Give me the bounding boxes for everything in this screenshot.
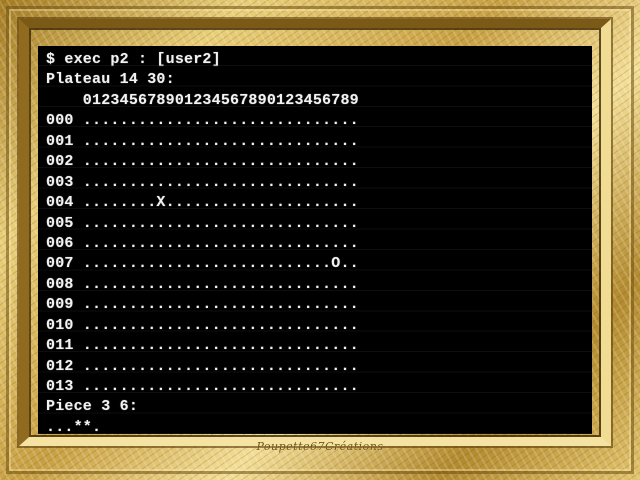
piece-header: Piece 3 6: bbox=[46, 398, 139, 416]
board-row-player-o: 007 ...........................O.. bbox=[46, 255, 359, 273]
board-row: 000 .............................. bbox=[46, 112, 359, 130]
terminal-line-exec: $ exec p2 : [user2] bbox=[46, 51, 221, 68]
terminal-line-plateau: Plateau 14 30: bbox=[46, 71, 175, 89]
board-row: 001 .............................. bbox=[46, 132, 359, 150]
piece-row: ...**. bbox=[46, 418, 102, 434]
creator-watermark: Poupette67Créations bbox=[256, 440, 384, 453]
terminal-output: $ exec p2 : [user2] Plateau 14 30: 01234… bbox=[46, 50, 359, 434]
board-row-player-x: 004 ........X..................... bbox=[46, 194, 359, 212]
board-row: 013 .............................. bbox=[46, 378, 359, 395]
board-row: 006 .............................. bbox=[46, 234, 359, 252]
terminal-window[interactable]: $ exec p2 : [user2] Plateau 14 30: 01234… bbox=[38, 46, 592, 434]
board-row: 012 .............................. bbox=[46, 357, 359, 375]
board-row: 009 .............................. bbox=[46, 296, 359, 314]
board-row: 002 .............................. bbox=[46, 153, 359, 171]
board-column-header: 012345678901234567890123456789 bbox=[46, 91, 359, 109]
board-row: 011 .............................. bbox=[46, 337, 359, 355]
board-row: 008 .............................. bbox=[46, 275, 359, 293]
board-row: 010 .............................. bbox=[46, 316, 359, 334]
board-row: 005 .............................. bbox=[46, 214, 359, 232]
board-row: 003 .............................. bbox=[46, 173, 359, 191]
